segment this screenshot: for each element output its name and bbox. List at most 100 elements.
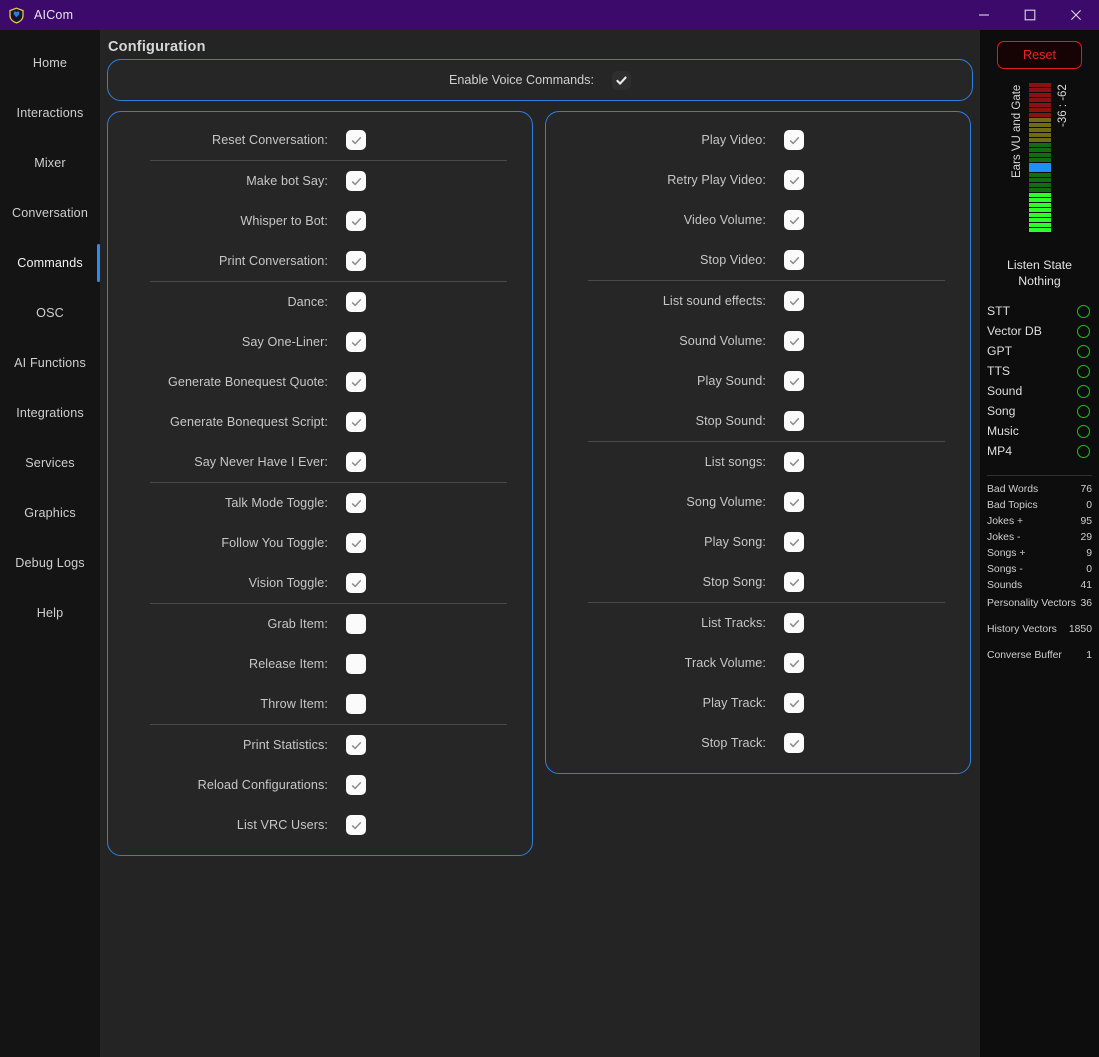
command-checkbox[interactable] <box>346 775 366 795</box>
command-label: List Tracks: <box>546 616 784 630</box>
sidebar-item-commands[interactable]: Commands <box>0 238 100 288</box>
command-checkbox[interactable] <box>346 292 366 312</box>
sidebar-item-osc[interactable]: OSC <box>0 288 100 338</box>
sidebar-item-label: Home <box>33 56 67 70</box>
command-checkbox[interactable] <box>784 331 804 351</box>
vu-meter[interactable] <box>1029 83 1051 235</box>
status-row: Song <box>987 401 1092 421</box>
sidebar-item-conversation[interactable]: Conversation <box>0 188 100 238</box>
status-label: Vector DB <box>987 324 1077 338</box>
command-checkbox[interactable] <box>346 815 366 835</box>
command-row: Play Track: <box>546 683 970 723</box>
command-label: List sound effects: <box>546 294 784 308</box>
application-window: AICom HomeInteractionsMixerConversationC… <box>0 0 1099 1057</box>
status-label: STT <box>987 304 1077 318</box>
minimize-icon[interactable] <box>961 0 1007 30</box>
command-checkbox[interactable] <box>784 532 804 552</box>
command-checkbox[interactable] <box>784 411 804 431</box>
vu-gate-indicator[interactable] <box>1029 163 1051 172</box>
sidebar-item-interactions[interactable]: Interactions <box>0 88 100 138</box>
command-checkbox[interactable] <box>784 210 804 230</box>
command-checkbox[interactable] <box>784 250 804 270</box>
command-checkbox[interactable] <box>346 533 366 553</box>
command-checkbox[interactable] <box>346 171 366 191</box>
command-label: Song Volume: <box>546 495 784 509</box>
command-label: Say One-Liner: <box>108 335 346 349</box>
command-label: Release Item: <box>108 657 346 671</box>
vu-segment <box>1029 103 1051 107</box>
sidebar-item-integrations[interactable]: Integrations <box>0 388 100 438</box>
sidebar-item-help[interactable]: Help <box>0 588 100 638</box>
command-checkbox[interactable] <box>346 251 366 271</box>
command-row: Sound Volume: <box>546 321 970 361</box>
command-row: Throw Item: <box>108 684 532 724</box>
command-label: Sound Volume: <box>546 334 784 348</box>
vu-segment <box>1029 178 1051 182</box>
sidebar-item-label: AI Functions <box>14 356 86 370</box>
command-checkbox[interactable] <box>346 694 366 714</box>
statistic-row: Converse Buffer1 <box>987 646 1092 666</box>
command-checkbox[interactable] <box>346 654 366 674</box>
command-checkbox[interactable] <box>784 130 804 150</box>
command-checkbox-cell <box>784 130 970 150</box>
command-checkbox-cell <box>784 371 970 391</box>
command-row: Reload Configurations: <box>108 765 532 805</box>
command-checkbox[interactable] <box>346 614 366 634</box>
command-checkbox[interactable] <box>346 332 366 352</box>
command-columns: Reset Conversation:Make bot Say:Whisper … <box>106 111 974 856</box>
maximize-icon[interactable] <box>1007 0 1053 30</box>
statistic-value: 41 <box>1080 580 1092 592</box>
command-checkbox[interactable] <box>784 693 804 713</box>
command-row: Print Conversation: <box>108 241 532 281</box>
command-row: Dance: <box>108 282 532 322</box>
listen-state: Listen State Nothing <box>1007 257 1072 289</box>
reset-button[interactable]: Reset <box>997 41 1082 69</box>
command-checkbox[interactable] <box>784 733 804 753</box>
command-label: Stop Track: <box>546 736 784 750</box>
vu-segment <box>1029 128 1051 132</box>
command-checkbox[interactable] <box>346 493 366 513</box>
vu-segment <box>1029 153 1051 157</box>
command-checkbox[interactable] <box>346 452 366 472</box>
vu-segment <box>1029 158 1051 162</box>
command-checkbox[interactable] <box>784 492 804 512</box>
command-checkbox[interactable] <box>346 372 366 392</box>
command-checkbox[interactable] <box>346 211 366 231</box>
sidebar-item-label: Services <box>25 456 75 470</box>
command-row: Song Volume: <box>546 482 970 522</box>
command-checkbox[interactable] <box>346 130 366 150</box>
sidebar-item-ai-functions[interactable]: AI Functions <box>0 338 100 388</box>
vu-segment <box>1029 223 1051 227</box>
sidebar-item-services[interactable]: Services <box>0 438 100 488</box>
vu-segment <box>1029 98 1051 102</box>
statistic-row: Personality Vectors36 <box>987 594 1092 614</box>
statistic-value: 0 <box>1086 564 1092 576</box>
command-checkbox-cell <box>346 171 532 191</box>
sidebar-item-home[interactable]: Home <box>0 38 100 88</box>
command-checkbox[interactable] <box>784 291 804 311</box>
sidebar-item-debug-logs[interactable]: Debug Logs <box>0 538 100 588</box>
sidebar-item-graphics[interactable]: Graphics <box>0 488 100 538</box>
vu-segment <box>1029 88 1051 92</box>
command-checkbox[interactable] <box>784 613 804 633</box>
command-checkbox[interactable] <box>784 572 804 592</box>
close-icon[interactable] <box>1053 0 1099 30</box>
enable-voice-commands-checkbox[interactable] <box>612 71 631 90</box>
command-label: Grab Item: <box>108 617 346 631</box>
command-label: Stop Video: <box>546 253 784 267</box>
command-checkbox[interactable] <box>784 371 804 391</box>
command-checkbox[interactable] <box>346 412 366 432</box>
sidebar-item-mixer[interactable]: Mixer <box>0 138 100 188</box>
command-checkbox[interactable] <box>346 735 366 755</box>
command-row: Track Volume: <box>546 643 970 683</box>
vu-segment <box>1029 188 1051 192</box>
command-checkbox[interactable] <box>784 170 804 190</box>
command-row: Make bot Say: <box>108 161 532 201</box>
command-checkbox[interactable] <box>346 573 366 593</box>
command-checkbox-cell <box>784 492 970 512</box>
command-checkbox[interactable] <box>784 653 804 673</box>
vu-segment <box>1029 138 1051 142</box>
vu-segment <box>1029 113 1051 117</box>
command-label: Print Statistics: <box>108 738 346 752</box>
command-checkbox[interactable] <box>784 452 804 472</box>
